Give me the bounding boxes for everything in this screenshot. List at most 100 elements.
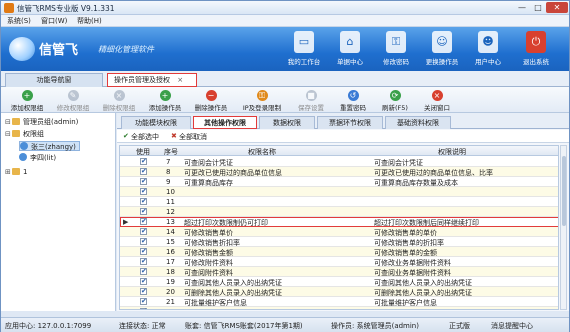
action-label: 删除权限组 [102, 104, 136, 112]
menu-system[interactable]: 系统(S) [7, 16, 31, 26]
user-icon: ☻ [478, 31, 498, 53]
expand-icon[interactable]: ⊞ [5, 167, 12, 177]
toolbar-user-center-button[interactable]: ☻ 用户中心 [467, 31, 509, 66]
table-row[interactable]: 16可修改销售金额可修改销售单的金额 [120, 247, 558, 257]
use-checkbox[interactable] [140, 157, 147, 165]
use-checkbox[interactable] [140, 297, 147, 305]
toolbar-exit-button[interactable]: ⏻ 退出系统 [515, 31, 557, 66]
menu-bar: 系统(S) 窗口(W) 帮助(H) [1, 15, 569, 27]
save-settings-button[interactable]: ■ 保存设置 [291, 90, 331, 112]
table-row[interactable]: 10 [120, 187, 558, 197]
save-icon: ■ [305, 90, 317, 101]
use-checkbox[interactable] [140, 217, 147, 225]
menu-window[interactable]: 窗口(W) [41, 16, 67, 26]
collapse-icon[interactable]: ⊟ [5, 129, 12, 139]
monitor-icon: ▭ [294, 31, 314, 53]
delete-group-button[interactable]: × 删除权限组 [97, 90, 141, 112]
use-checkbox[interactable] [140, 227, 147, 235]
tab-ticket-permissions[interactable]: 票据环节权限 [317, 116, 383, 129]
tree-label: 张三(zhangy) [31, 143, 76, 151]
maximize-button[interactable]: □ [531, 2, 545, 13]
reset-password-button[interactable]: ↺ 重置密码 [333, 90, 373, 112]
tree-item-permission-group[interactable]: ⊟ 权限组 [5, 129, 44, 139]
use-checkbox[interactable] [140, 197, 147, 205]
table-row[interactable]: 19可查阅其他人员录入的出纳凭证可查阅其他人员录入的出纳凭证 [120, 277, 558, 287]
col-use[interactable]: 使用 [136, 147, 150, 157]
permission-panel: 功能模块权限 其他操作权限 数据权限 票据环节权限 基础资料权限 ✔ 全部选中 … [117, 113, 569, 311]
tree-item-group-1[interactable]: ⊞ 1 [5, 167, 27, 177]
tree-item-user-lisi[interactable]: 李四(lit) [19, 153, 56, 163]
permission-tabs: 功能模块权限 其他操作权限 数据权限 票据环节权限 基础资料权限 [117, 113, 569, 129]
table-row[interactable]: 7可查阅会计凭证可查阅会计凭证 [120, 157, 558, 167]
tab-navigation[interactable]: 功能导航窗 [5, 73, 103, 87]
table-row[interactable]: 12 [120, 207, 558, 217]
table-row[interactable]: 17可修改附件资料可修改业务单据附件资料 [120, 257, 558, 267]
select-all-button[interactable]: 全部选中 [131, 132, 159, 142]
tree-item-user-zhangsan[interactable]: 张三(zhangy) [19, 141, 80, 151]
col-no[interactable]: 序号 [164, 147, 178, 157]
col-name[interactable]: 权限名称 [248, 147, 276, 157]
toolbar-workbench-button[interactable]: ▭ 我的工作台 [283, 31, 325, 66]
use-checkbox[interactable] [140, 277, 147, 285]
delete-operator-button[interactable]: − 删除操作员 [189, 90, 233, 112]
table-row[interactable]: 8可更改已使用过的商品单位信息可更改已使用过的商品单位信息、比率 [120, 167, 558, 177]
add-group-button[interactable]: + 添加权限组 [5, 90, 49, 112]
col-desc[interactable]: 权限说明 [438, 147, 466, 157]
action-label: 重置密码 [340, 104, 366, 112]
use-checkbox[interactable] [140, 167, 147, 175]
action-label: 添加权限组 [10, 104, 44, 112]
use-checkbox[interactable] [140, 187, 147, 195]
menu-help[interactable]: 帮助(H) [77, 16, 102, 26]
scrollbar-thumb[interactable] [562, 156, 566, 226]
table-row[interactable]: 21可批量维护客户信息可批量维护客户信息 [120, 297, 558, 307]
row-pointer-icon: ▶ [123, 218, 129, 226]
refresh-button[interactable]: ⟳ 刷新(F5) [375, 90, 415, 112]
status-bar: 应用中心: 127.0.0.1:7099 连接状态: 正常 账套: 信管飞RMS… [1, 317, 569, 332]
tab-label: 操作员管理及授权 [114, 76, 170, 84]
grid-scrollbar[interactable] [560, 145, 567, 310]
row-number: 10 [166, 188, 175, 196]
tab-other-permissions[interactable]: 其他操作权限 [193, 116, 257, 129]
tree-label: 管理员组(admin) [23, 118, 79, 126]
table-row[interactable]: 15可修改销售折扣率可修改销售单的折扣率 [120, 237, 558, 247]
close-tab-button[interactable]: × 关闭窗口 [417, 90, 457, 112]
toolbar-switch-operator-button[interactable]: ☺ 更换操作员 [421, 31, 463, 66]
use-checkbox[interactable] [140, 237, 147, 245]
table-row[interactable]: 11 [120, 197, 558, 207]
close-window-button[interactable]: ✕ [546, 2, 568, 13]
use-checkbox[interactable] [140, 267, 147, 275]
tab-module-permissions[interactable]: 功能模块权限 [121, 116, 191, 129]
add-operator-button[interactable]: + 添加操作员 [143, 90, 187, 112]
tab-data-permissions[interactable]: 数据权限 [259, 116, 315, 129]
key-icon: ⚿ [386, 31, 406, 53]
ip-login-limit-button[interactable]: ⚿ IP及登录限制 [235, 90, 289, 112]
use-checkbox[interactable] [140, 307, 147, 309]
cancel-all-button[interactable]: 全部取消 [179, 132, 207, 142]
edit-group-button[interactable]: ✎ 修改权限组 [51, 90, 95, 112]
table-row[interactable]: ▶13超过打印次数限制仍可打印超过打印次数限制后同样继续打印 [120, 217, 558, 227]
row-number: 18 [166, 268, 175, 276]
table-row[interactable]: 9可重算商品库存可重算商品库存数量及成本 [120, 177, 558, 187]
use-checkbox[interactable] [140, 207, 147, 215]
permission-grid: 使用 序号 权限名称 权限说明 7可查阅会计凭证可查阅会计凭证8可更改已使用过的… [119, 145, 559, 310]
row-number: 17 [166, 258, 175, 266]
tree-item-admin-group[interactable]: ⊟ 管理员组(admin) [5, 117, 78, 127]
collapse-icon[interactable]: ⊟ [5, 117, 12, 127]
minimize-button[interactable]: — [515, 2, 529, 13]
row-number: 7 [166, 158, 171, 166]
use-checkbox[interactable] [140, 257, 147, 265]
tab-close-icon[interactable]: × [177, 76, 183, 84]
table-row[interactable]: 14可修改销售单价可修改销售单的单价 [120, 227, 558, 237]
use-checkbox[interactable] [140, 247, 147, 255]
tab-operator-management[interactable]: 操作员管理及授权 × [107, 73, 197, 87]
use-checkbox[interactable] [140, 177, 147, 185]
table-row[interactable]: 22 可批量维护商品信息 可批量维护商品信息 [120, 307, 558, 309]
tab-label: 功能导航窗 [36, 76, 72, 84]
toolbar-change-password-button[interactable]: ⚿ 修改密码 [375, 31, 417, 66]
table-row[interactable]: 18可查阅附件资料可查阅业务单据附件资料 [120, 267, 558, 277]
use-checkbox[interactable] [140, 287, 147, 295]
toolbar-doc-center-button[interactable]: ⌂ 单据中心 [329, 31, 371, 66]
table-row[interactable]: 20可删除其他人员录入的出纳凭证可删除其他人员录入的出纳凭证 [120, 287, 558, 297]
tab-basic-data-permissions[interactable]: 基础资料权限 [385, 116, 451, 129]
message-center-link[interactable]: 消息提醒中心 [491, 321, 533, 331]
